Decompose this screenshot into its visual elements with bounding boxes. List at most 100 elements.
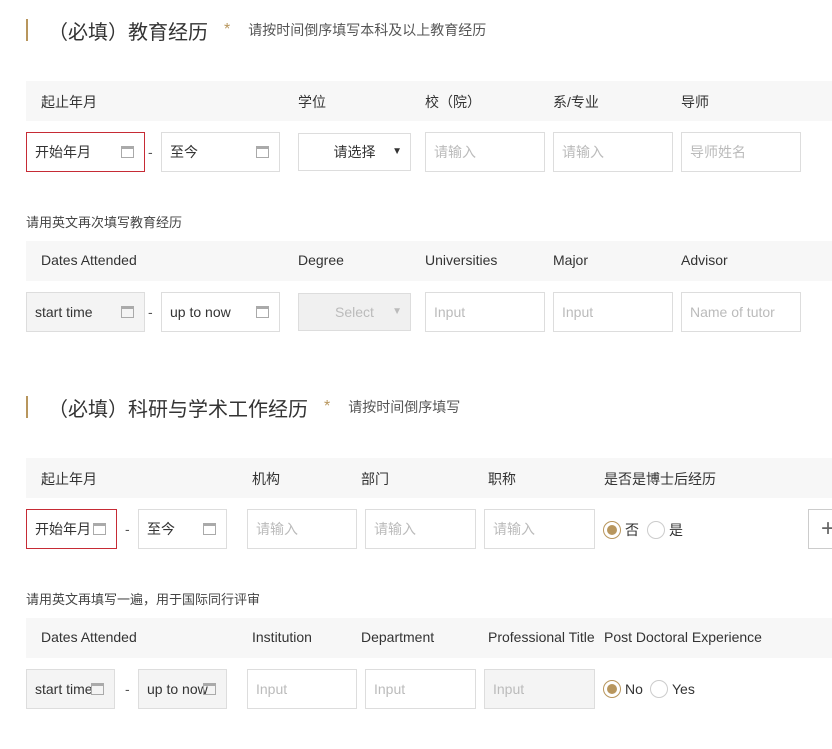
research-section-title: （必填）科研与学术工作经历 * 请按时间倒序填写 [26, 395, 461, 421]
edu-school-placeholder: 请输入 [434, 144, 476, 160]
edu-en-start-date-input[interactable]: start time [26, 292, 145, 332]
header-school: 校（院） [425, 94, 481, 110]
education-header: 起止年月 学位 校（院） 系/专业 导师 [26, 81, 832, 121]
res-en-title-input[interactable]: Input [484, 669, 595, 709]
edu-en-advisor-input[interactable]: Name of tutor [681, 292, 801, 332]
edu-en-school-placeholder: Input [434, 304, 466, 320]
res-institution-placeholder: 请输入 [256, 521, 298, 537]
section-accent-bar [26, 396, 28, 418]
res-en-institution-placeholder: Input [256, 681, 288, 697]
res-en-start-date-input[interactable]: start time [26, 669, 115, 709]
edu-major-placeholder: 请输入 [562, 144, 604, 160]
edu-en-end-date-input[interactable]: up to now [161, 292, 280, 332]
res-department-placeholder: 请输入 [374, 521, 416, 537]
res-end-date-value: 至今 [147, 521, 175, 537]
edu-advisor-placeholder: 导师姓名 [690, 144, 746, 160]
postdoc-no-label: 否 [625, 522, 639, 538]
edu-en-degree-select[interactable]: Select ▼ [298, 293, 411, 331]
res-en-department-input[interactable]: Input [365, 669, 476, 709]
res-start-date-value: 开始年月 [35, 521, 91, 537]
calendar-icon [121, 146, 134, 158]
res-start-date-input[interactable]: 开始年月 [26, 509, 117, 549]
edu-end-date-value: 至今 [170, 144, 198, 160]
en-postdoc-no-label: No [625, 681, 643, 697]
calendar-icon [93, 523, 106, 535]
edu-en-school-input[interactable]: Input [425, 292, 545, 332]
postdoc-no-radio[interactable]: 否 [603, 520, 639, 540]
header-dates: 起止年月 [41, 471, 97, 487]
en-header-advisor: Advisor [681, 252, 728, 268]
caret-down-icon: ▼ [392, 146, 402, 157]
en-postdoc-yes-radio[interactable]: Yes [650, 680, 695, 698]
date-separator: - [125, 681, 130, 697]
res-title-input[interactable]: 请输入 [484, 509, 595, 549]
res-institution-input[interactable]: 请输入 [247, 509, 357, 549]
res-en-end-date-input[interactable]: up to now [138, 669, 227, 709]
section-accent-bar [26, 19, 28, 41]
header-title: 职称 [488, 471, 516, 487]
postdoc-yes-radio[interactable]: 是 [647, 520, 683, 540]
required-mark: * [224, 21, 231, 38]
add-row-button[interactable]: + [808, 509, 832, 549]
en-header-department: Department [361, 629, 435, 645]
en-header-institution: Institution [252, 629, 312, 645]
res-department-input[interactable]: 请输入 [365, 509, 476, 549]
calendar-icon [203, 523, 216, 535]
en-header-postdoc: Post Doctoral Experience [604, 629, 762, 645]
res-en-start-date-value: start time [35, 681, 93, 697]
research-english-subtitle: 请用英文再填写一遍，用于国际同行评审 [26, 592, 261, 607]
edu-en-start-date-value: start time [35, 304, 93, 320]
edu-en-end-date-value: up to now [170, 304, 231, 320]
calendar-icon [256, 146, 269, 158]
edu-major-input[interactable]: 请输入 [553, 132, 673, 172]
date-separator: - [125, 521, 130, 537]
edu-school-input[interactable]: 请输入 [425, 132, 545, 172]
plus-icon: + [820, 515, 832, 542]
header-department: 部门 [361, 471, 389, 487]
edu-en-major-placeholder: Input [562, 304, 594, 320]
header-dates: 起止年月 [41, 94, 97, 110]
edu-degree-value: 请选择 [333, 144, 376, 160]
edu-degree-select[interactable]: 请选择 ▼ [298, 133, 411, 171]
en-header-title: Professional Title [488, 629, 595, 645]
calendar-icon [203, 683, 216, 695]
research-title: （必填）科研与学术工作经历 [48, 398, 308, 421]
research-hint: 请按时间倒序填写 [348, 399, 461, 415]
res-en-department-placeholder: Input [374, 681, 406, 697]
edu-end-date-input[interactable]: 至今 [161, 132, 280, 172]
header-major: 系/专业 [553, 94, 599, 110]
en-postdoc-no-radio[interactable]: No [603, 680, 643, 698]
header-postdoc: 是否是博士后经历 [604, 471, 716, 487]
res-end-date-input[interactable]: 至今 [138, 509, 227, 549]
res-en-title-placeholder: Input [493, 681, 525, 697]
calendar-icon [121, 306, 134, 318]
header-degree: 学位 [298, 94, 326, 110]
edu-en-degree-value: Select [335, 304, 374, 320]
edu-advisor-input[interactable]: 导师姓名 [681, 132, 801, 172]
radio-selected-icon [603, 680, 621, 698]
date-separator: - [148, 144, 153, 160]
education-english-subtitle: 请用英文再次填写教育经历 [26, 215, 183, 230]
calendar-icon [256, 306, 269, 318]
en-header-major: Major [553, 252, 589, 268]
en-header-universities: Universities [425, 252, 498, 268]
en-postdoc-yes-label: Yes [672, 681, 695, 697]
research-header: 起止年月 机构 部门 职称 是否是博士后经历 [26, 458, 832, 498]
res-title-placeholder: 请输入 [493, 521, 535, 537]
edu-start-date-input[interactable]: 开始年月 [26, 132, 145, 172]
education-section-title: （必填）教育经历 * 请按时间倒序填写本科及以上教育经历 [26, 18, 487, 44]
education-title: （必填）教育经历 [48, 21, 208, 44]
res-en-end-date-value: up to now [147, 681, 208, 697]
res-en-institution-input[interactable]: Input [247, 669, 357, 709]
en-header-dates: Dates Attended [41, 629, 137, 645]
en-header-dates: Dates Attended [41, 252, 137, 268]
header-institution: 机构 [252, 471, 280, 487]
edu-en-major-input[interactable]: Input [553, 292, 673, 332]
education-hint: 请按时间倒序填写本科及以上教育经历 [248, 22, 487, 38]
education-en-header: Dates Attended Degree Universities Major… [26, 241, 832, 281]
radio-unselected-icon [647, 521, 665, 539]
date-separator: - [148, 304, 153, 320]
header-advisor: 导师 [681, 94, 709, 110]
en-header-degree: Degree [298, 252, 344, 268]
required-mark: * [324, 398, 331, 415]
